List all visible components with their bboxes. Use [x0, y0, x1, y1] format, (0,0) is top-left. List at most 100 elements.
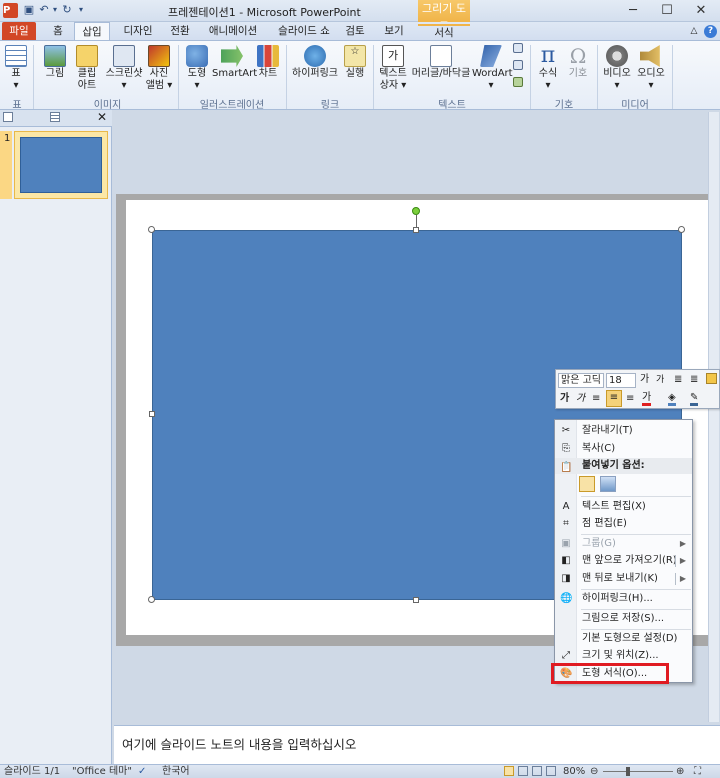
maximize-button[interactable]: ☐ [654, 2, 680, 20]
align-left-icon[interactable]: ≡ [592, 392, 600, 406]
shapes-button[interactable]: 도형 ▾ [184, 45, 210, 92]
resize-handle-bottom-left[interactable] [148, 596, 155, 603]
hyperlink-button[interactable]: 하이퍼링크 [290, 45, 340, 80]
spellcheck-icon[interactable]: ✓ [138, 766, 146, 778]
screenshot-button[interactable]: 스크린샷 ▾ [104, 45, 144, 92]
grow-font-icon[interactable]: 가 [640, 373, 649, 387]
outline-tab-icon[interactable] [50, 112, 60, 122]
wordart-button[interactable]: WordArt ▾ [472, 45, 513, 92]
hyperlink-icon [304, 45, 326, 67]
redo-icon[interactable]: ↻ [60, 3, 74, 17]
vertical-scrollbar[interactable] [708, 112, 719, 722]
tab-insert[interactable]: 삽입 [74, 22, 110, 40]
help-icon[interactable]: ? [704, 25, 717, 38]
close-panel-icon[interactable]: ✕ [97, 110, 107, 125]
slides-tab-icon[interactable] [3, 112, 13, 122]
slide-thumbnail[interactable] [20, 137, 102, 193]
align-center-icon[interactable]: ≡ [606, 390, 622, 407]
font-size-box[interactable]: 18 [606, 373, 636, 388]
chart-button[interactable]: 차트 [256, 45, 280, 80]
powerpoint-logo-icon[interactable]: P [3, 3, 18, 18]
picture-button[interactable]: 그림 [42, 45, 68, 80]
menu-item-hyperlink[interactable]: 🌐 하이퍼링크(H)... [555, 590, 692, 608]
normal-view-icon[interactable] [504, 766, 514, 776]
resize-handle-top[interactable] [413, 227, 419, 233]
italic-button[interactable]: 가 [576, 392, 585, 406]
video-button[interactable]: 비디오 ▾ [602, 45, 632, 92]
symbol-button[interactable]: Ω 기호 [566, 45, 590, 80]
submenu-arrow-icon[interactable]: ▶ [680, 570, 686, 588]
tab-animations[interactable]: 애니메이션 [203, 22, 263, 40]
slide-number-button[interactable] [512, 60, 524, 71]
shape-fill-quick-icon[interactable] [706, 373, 717, 384]
tab-transitions[interactable]: 전환 [165, 22, 195, 40]
paste-keep-formatting-icon[interactable] [579, 476, 595, 492]
menu-item-edit-points[interactable]: ⌗ 점 편집(E) [555, 515, 692, 533]
increase-indent-icon[interactable]: ≣ [690, 373, 698, 387]
outline-color-icon[interactable]: ✎ [690, 392, 699, 406]
smartart-button[interactable]: SmartArt [212, 45, 257, 80]
resize-handle-bottom[interactable] [413, 597, 419, 603]
save-icon[interactable]: ▣ [22, 3, 36, 17]
close-button[interactable]: ✕ [688, 2, 714, 20]
tab-slide-show[interactable]: 슬라이드 쇼 [271, 22, 337, 40]
menu-item-save-as-picture[interactable]: 그림으로 저장(S)... [555, 610, 692, 628]
minimize-button[interactable]: ─ [620, 2, 646, 20]
action-button[interactable]: ☆ 실행 [342, 45, 368, 80]
screenshot-icon [113, 45, 135, 67]
menu-item-bring-to-front[interactable]: ◧ 맨 앞으로 가져오기(R) ▶ [555, 552, 692, 570]
shrink-font-icon[interactable]: 가 [656, 373, 664, 387]
menu-item-copy[interactable]: ⎘ 복사(C) [555, 440, 692, 458]
equation-button[interactable]: π 수식 ▾ [536, 45, 560, 92]
edit-points-icon: ⌗ [563, 518, 569, 529]
menu-item-edit-text[interactable]: A 텍스트 편집(X) [555, 498, 692, 516]
zoom-slider-thumb[interactable] [626, 767, 630, 776]
fill-color-icon[interactable]: ◈ [668, 392, 676, 406]
menu-item-cut[interactable]: ✂ 잘라내기(T) [555, 422, 692, 440]
menu-item-send-to-back[interactable]: ◨ 맨 뒤로 보내기(K) ▶ [555, 570, 692, 588]
zoom-in-icon[interactable]: ⊕ [676, 766, 684, 778]
fit-slide-icon[interactable]: ⛶ [694, 766, 701, 778]
align-right-icon[interactable]: ≡ [626, 392, 634, 406]
header-footer-button[interactable]: 머리글/바닥글 [410, 45, 472, 80]
text-box-button[interactable]: 가 텍스트 상자 ▾ [377, 45, 409, 92]
tab-view[interactable]: 보기 [380, 22, 408, 40]
bold-button[interactable]: 가 [560, 392, 569, 406]
tab-format[interactable]: 서식 [418, 24, 470, 40]
paste-as-picture-icon[interactable] [600, 476, 616, 492]
audio-button[interactable]: 오디오 ▾ [636, 45, 666, 92]
slide-sorter-icon[interactable] [518, 766, 528, 776]
submenu-arrow-icon[interactable]: ▶ [680, 552, 686, 570]
decrease-indent-icon[interactable]: ≣ [674, 373, 682, 387]
resize-handle-top-left[interactable] [148, 226, 155, 233]
resize-handle-left[interactable] [149, 411, 155, 417]
zoom-out-icon[interactable]: ⊖ [590, 766, 598, 778]
object-button[interactable] [512, 77, 524, 88]
status-language[interactable]: 한국어 [162, 766, 190, 778]
customize-quick-access-icon[interactable]: ▾ [74, 3, 88, 17]
minimize-ribbon-icon[interactable]: △ [688, 22, 700, 40]
resize-handle-top-right[interactable] [678, 226, 685, 233]
copy-icon: ⎘ [562, 443, 570, 454]
font-color-icon[interactable]: 가 [642, 392, 652, 406]
reading-view-icon[interactable] [532, 766, 542, 776]
status-bar: 슬라이드 1/1 "Office 테마" ✓ 한국어 80% ⊖ ⊕ ⛶ [0, 764, 720, 778]
menu-item-set-default-shape[interactable]: 기본 도형으로 설정(D) [555, 630, 692, 648]
zoom-level[interactable]: 80% [563, 766, 585, 778]
tab-design[interactable]: 디자인 [118, 22, 158, 40]
tab-review[interactable]: 검토 [341, 22, 369, 40]
group-label-illustrations: 일러스트레이션 [199, 100, 265, 111]
photo-album-button[interactable]: 사진 앨범 ▾ [145, 45, 173, 92]
zoom-slider[interactable] [603, 771, 673, 772]
date-time-button[interactable] [512, 43, 524, 54]
rotate-handle[interactable] [412, 207, 420, 215]
group-label-links: 링크 [320, 100, 340, 111]
font-name-box[interactable]: 맑은 고딕 [558, 373, 604, 388]
tab-file[interactable]: 파일 [2, 22, 36, 40]
panel-tabs: ✕ [0, 110, 112, 127]
table-button[interactable]: 표 ▾ [3, 45, 29, 92]
menu-item-group[interactable]: ▣ 그룹(G) ▶ [555, 535, 692, 553]
clip-art-button[interactable]: 클립 아트 [74, 45, 100, 92]
slideshow-view-icon[interactable] [546, 766, 556, 776]
tab-home[interactable]: 홈 [48, 22, 68, 40]
